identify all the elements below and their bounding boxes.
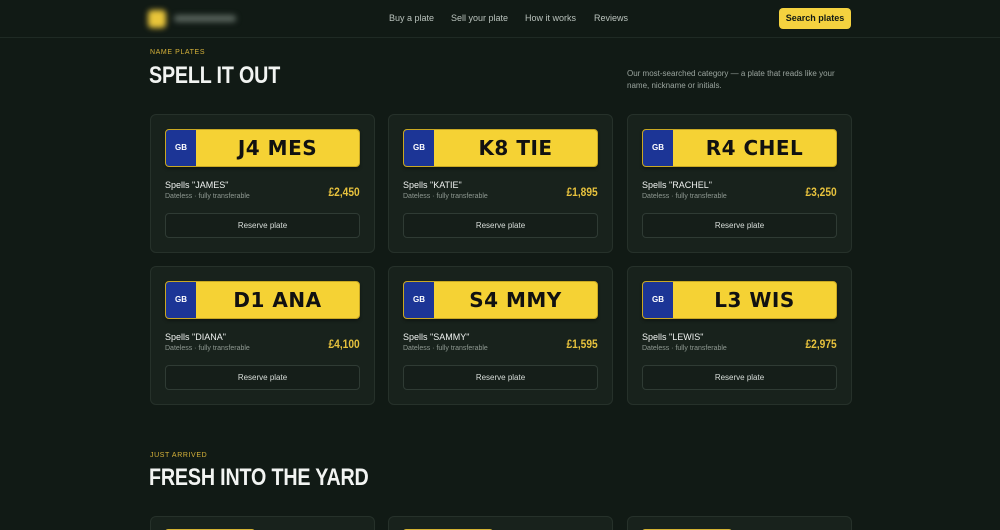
plate-meta: Dateless · fully transferable xyxy=(403,193,488,200)
number-plate: GB S4 MMY xyxy=(403,281,598,319)
plate-card[interactable]: GB R4 CHEL Spells "RACHEL" Dateless · fully… xyxy=(627,114,852,253)
plate-country-badge: GB xyxy=(404,282,434,318)
plate-spells: Spells "SAMMY" xyxy=(403,332,470,342)
plate-card-partial[interactable] xyxy=(150,516,375,530)
search-plates-button[interactable]: Search plates xyxy=(779,8,851,29)
logo-wordmark xyxy=(174,15,236,22)
number-plate: GB K8 TIE xyxy=(403,129,598,167)
section-description: Our most-searched category — a plate tha… xyxy=(627,69,835,90)
number-plate: GB J4 MES xyxy=(165,129,360,167)
plate-registration: K8 TIE xyxy=(478,136,553,160)
plate-meta: Dateless · fully transferable xyxy=(165,345,250,352)
plate-card-partial[interactable] xyxy=(627,516,852,530)
plate-meta: Dateless · fully transferable xyxy=(642,345,727,352)
plate-spells: Spells "LEWIS" xyxy=(642,332,704,342)
nav-how-it-works[interactable]: How it works xyxy=(525,13,576,23)
plate-meta: Dateless · fully transferable xyxy=(165,193,250,200)
nav-sell-your-plate[interactable]: Sell your plate xyxy=(451,13,508,23)
plate-price: £2,450 xyxy=(328,185,360,199)
plate-country-badge: GB xyxy=(166,282,196,318)
plate-meta: Dateless · fully transferable xyxy=(403,345,488,352)
section-title-just-arrived: FRESH INTO THE YARD xyxy=(149,464,369,491)
plate-registration: L3 WIS xyxy=(714,288,795,312)
plate-spells: Spells "JAMES" xyxy=(165,180,229,190)
number-plate: GB R4 CHEL xyxy=(642,129,837,167)
plate-registration: D1 ANA xyxy=(233,288,322,312)
nav-reviews[interactable]: Reviews xyxy=(594,13,628,23)
plate-country-badge: GB xyxy=(643,282,673,318)
reserve-plate-button[interactable]: Reserve plate xyxy=(642,365,837,390)
plate-country-badge: GB xyxy=(404,130,434,166)
plate-spells: Spells "RACHEL" xyxy=(642,180,712,190)
section-eyebrow: NAME PLATES xyxy=(150,49,206,56)
plate-price: £2,975 xyxy=(805,337,837,351)
reserve-plate-button[interactable]: Reserve plate xyxy=(642,213,837,238)
section-title: SPELL IT OUT xyxy=(149,62,281,89)
plate-card[interactable]: GB K8 TIE Spells "KATIE" Dateless · fully t… xyxy=(388,114,613,253)
plate-spells: Spells "DIANA" xyxy=(165,332,226,342)
plate-registration: R4 CHEL xyxy=(705,136,804,160)
reserve-plate-button[interactable]: Reserve plate xyxy=(165,365,360,390)
number-plate: GB L3 WIS xyxy=(642,281,837,319)
reserve-plate-button[interactable]: Reserve plate xyxy=(403,213,598,238)
plate-card[interactable]: GB S4 MMY Spells "SAMMY" Dateless · fully t… xyxy=(388,266,613,405)
plate-country-badge: GB xyxy=(643,130,673,166)
plate-price: £1,595 xyxy=(566,337,598,351)
plate-card[interactable]: GB D1 ANA Spells "DIANA" Dateless · fully t… xyxy=(150,266,375,405)
plate-price: £1,895 xyxy=(566,185,598,199)
logo-mark-icon xyxy=(148,10,166,28)
nav-buy-a-plate[interactable]: Buy a plate xyxy=(389,13,434,23)
plate-spells: Spells "KATIE" xyxy=(403,180,462,190)
plate-card[interactable]: GB L3 WIS Spells "LEWIS" Dateless · fully t… xyxy=(627,266,852,405)
site-header: Buy a plate Sell your plate How it works… xyxy=(0,0,1000,38)
number-plate: GB D1 ANA xyxy=(165,281,360,319)
plate-price: £4,100 xyxy=(328,337,360,351)
plate-card[interactable]: GB J4 MES Spells "JAMES" Dateless · fully t… xyxy=(150,114,375,253)
reserve-plate-button[interactable]: Reserve plate xyxy=(403,365,598,390)
section-eyebrow-just-arrived: JUST ARRIVED xyxy=(150,452,208,459)
plate-country-badge: GB xyxy=(166,130,196,166)
plate-registration: S4 MMY xyxy=(469,288,562,312)
plate-meta: Dateless · fully transferable xyxy=(642,193,727,200)
plate-registration: J4 MES xyxy=(237,136,318,160)
reserve-plate-button[interactable]: Reserve plate xyxy=(165,213,360,238)
site-logo[interactable] xyxy=(148,8,240,28)
plate-card-partial[interactable] xyxy=(388,516,613,530)
plate-price: £3,250 xyxy=(805,185,837,199)
